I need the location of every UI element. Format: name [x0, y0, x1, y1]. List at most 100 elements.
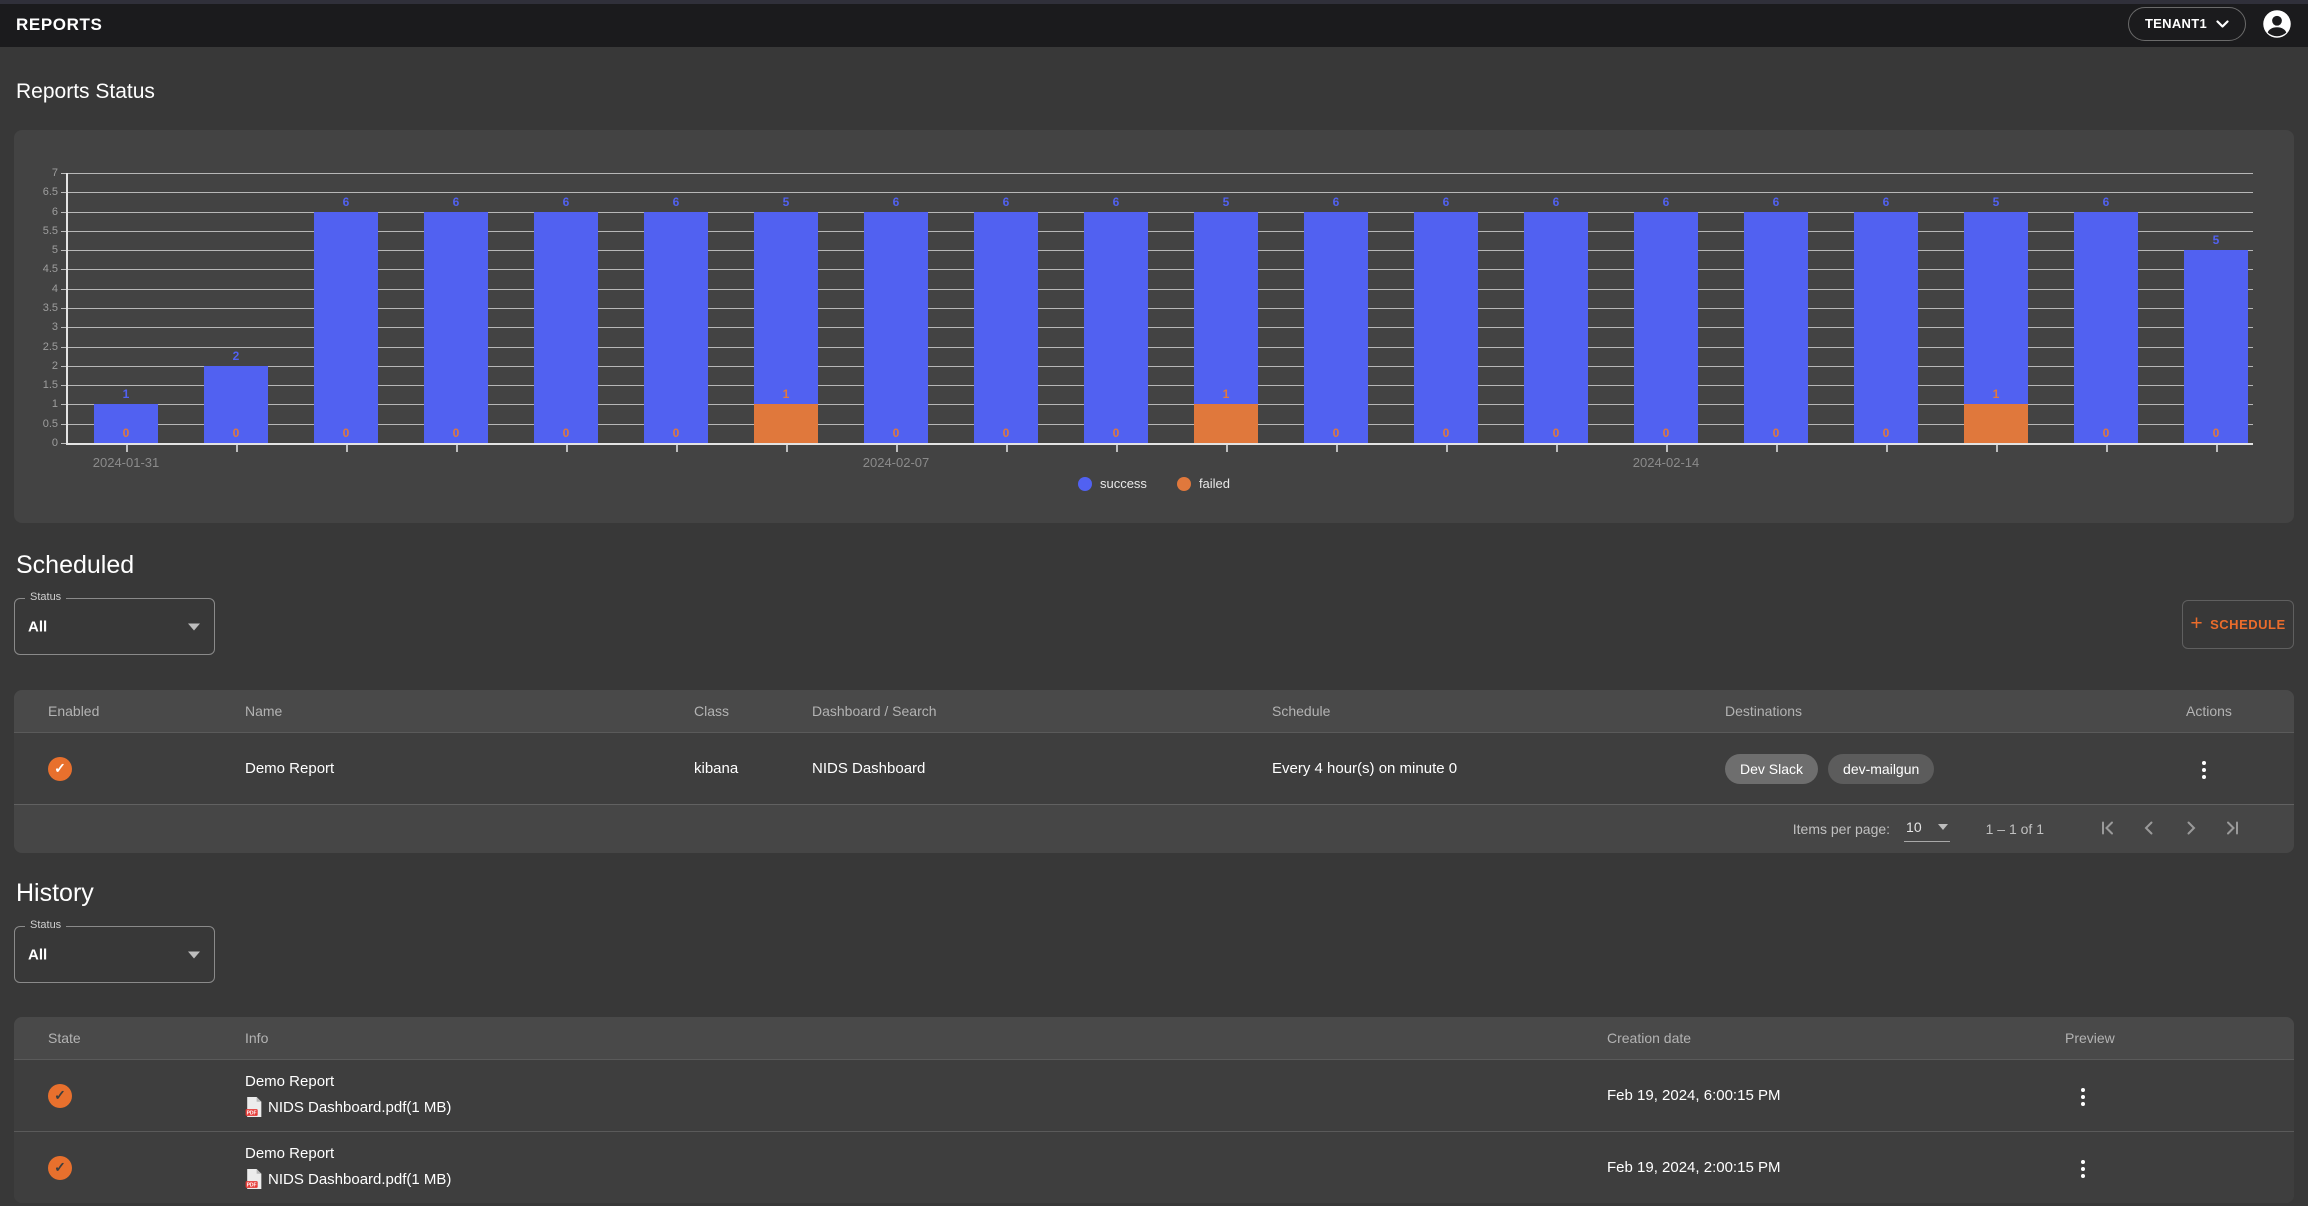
- paginator-range: 1 – 1 of 1: [1986, 821, 2044, 837]
- bar-failed-label: 0: [424, 426, 488, 440]
- bar-success-segment: [1744, 212, 1808, 443]
- bar-success-label: 6: [1524, 195, 1588, 209]
- scheduled-title: Scheduled: [16, 551, 134, 580]
- bar-success-segment: [644, 212, 708, 443]
- avatar-button[interactable]: [2262, 9, 2292, 39]
- x-axis-tick: [1226, 445, 1228, 452]
- x-axis-tick: [126, 445, 128, 452]
- previous-page-button[interactable]: [2135, 814, 2163, 845]
- reports-chart: 00.511.522.533.544.555.566.5710206060606…: [14, 130, 2294, 523]
- items-per-page-select[interactable]: 10: [1904, 817, 1950, 842]
- bar-success-label: 6: [974, 195, 1038, 209]
- y-axis-label: 4.5: [14, 263, 58, 275]
- items-per-page-value: 10: [1906, 819, 1922, 835]
- bar-failed-label: 0: [1744, 426, 1808, 440]
- column-header: State: [48, 1030, 245, 1046]
- column-header: Schedule: [1272, 703, 1725, 719]
- enabled-toggle[interactable]: ✓: [48, 757, 72, 781]
- preview-menu-button[interactable]: [2071, 1154, 2095, 1184]
- gridline: [66, 212, 2253, 213]
- bar-success-label: 6: [644, 195, 708, 209]
- bar-failed-label: 0: [534, 426, 598, 440]
- bar-failed-label: 1: [1964, 387, 2028, 401]
- bar-success-segment: [534, 212, 598, 443]
- items-per-page-label: Items per page:: [1793, 821, 1890, 837]
- paginator: Items per page: 10 1 – 1 of 1: [14, 804, 2294, 853]
- bar-failed-label: 0: [644, 426, 708, 440]
- gridline: [66, 404, 2253, 405]
- legend-item: failed: [1177, 476, 1230, 491]
- last-page-button[interactable]: [2219, 814, 2247, 845]
- chart-bar: [974, 212, 1038, 443]
- bar-failed-label: 0: [864, 426, 928, 440]
- report-file[interactable]: PDFNIDS Dashboard.pdf(1 MB): [245, 1096, 1607, 1118]
- report-file[interactable]: PDFNIDS Dashboard.pdf(1 MB): [245, 1168, 1607, 1190]
- x-axis-tick: [2106, 445, 2108, 452]
- bar-success-segment: [1304, 212, 1368, 443]
- x-axis-tick: [566, 445, 568, 452]
- kebab-menu-icon: [2081, 1088, 2085, 1106]
- plus-icon: +: [2190, 613, 2203, 634]
- scheduled-table-header: EnabledNameClassDashboard / SearchSchedu…: [14, 690, 2294, 732]
- bar-success-label: 6: [1414, 195, 1478, 209]
- x-axis-tick: [1336, 445, 1338, 452]
- x-axis-tick: [1996, 445, 1998, 452]
- bar-failed-label: 0: [314, 426, 378, 440]
- chart-bar: [754, 212, 818, 443]
- y-axis-label: 1: [14, 398, 58, 410]
- bar-success-segment: [1964, 212, 2028, 405]
- chart-bar: [1854, 212, 1918, 443]
- bar-success-label: 5: [1194, 195, 1258, 209]
- bar-success-segment: [1084, 212, 1148, 443]
- dashboard-search: NIDS Dashboard: [812, 760, 1272, 777]
- bar-success-segment: [1194, 212, 1258, 405]
- column-header: Enabled: [48, 703, 245, 719]
- chart-bar: [1414, 212, 1478, 443]
- chart-bar: [864, 212, 928, 443]
- chart-bar: [2074, 212, 2138, 443]
- bar-failed-label: 0: [1084, 426, 1148, 440]
- gridline: [66, 327, 2253, 328]
- topbar: REPORTS TENANT1: [0, 0, 2308, 47]
- gridline: [66, 385, 2253, 386]
- next-page-button[interactable]: [2177, 814, 2205, 845]
- dropdown-arrow-icon: [188, 623, 200, 630]
- chart-bar: [2184, 250, 2248, 443]
- bar-success-label: 6: [1084, 195, 1148, 209]
- history-status-filter[interactable]: Status All: [14, 926, 215, 983]
- scheduled-status-filter[interactable]: Status All: [14, 598, 215, 655]
- bar-failed-segment: [1194, 404, 1258, 443]
- pdf-file-icon: PDF: [245, 1168, 263, 1190]
- schedule-button-label: SCHEDULE: [2210, 617, 2286, 632]
- bar-failed-label: 0: [94, 426, 158, 440]
- column-header: Preview: [2065, 1030, 2270, 1046]
- svg-text:PDF: PDF: [247, 1182, 257, 1188]
- actions-menu-button[interactable]: [2192, 755, 2216, 785]
- destination-chip: Dev Slack: [1725, 754, 1818, 784]
- bar-success-label: 6: [424, 195, 488, 209]
- tenant-selector-button[interactable]: TENANT1: [2128, 7, 2246, 41]
- paginator-nav: [2086, 814, 2254, 845]
- preview-menu-button[interactable]: [2071, 1082, 2095, 1112]
- chart-bar: [1744, 212, 1808, 443]
- x-axis-tick: [1446, 445, 1448, 452]
- x-axis-tick: [1556, 445, 1558, 452]
- bar-success-label: 1: [94, 387, 158, 401]
- account-icon: [2262, 9, 2292, 39]
- y-axis-label: 0: [14, 437, 58, 449]
- x-axis-tick: [1006, 445, 1008, 452]
- gridline: [66, 347, 2253, 348]
- chart-bar: [314, 212, 378, 443]
- top-edge-strip: [0, 0, 2308, 4]
- first-page-button[interactable]: [2093, 814, 2121, 845]
- gridline: [66, 231, 2253, 232]
- bar-failed-segment: [754, 404, 818, 443]
- chart-bar: [1524, 212, 1588, 443]
- schedule-button[interactable]: + SCHEDULE: [2182, 600, 2294, 649]
- next-page-icon: [2181, 818, 2201, 838]
- legend-item: success: [1078, 476, 1147, 491]
- y-axis-label: 2: [14, 360, 58, 372]
- history-table: StateInfoCreation datePreview ✓Demo Repo…: [14, 1017, 2294, 1203]
- report-name: Demo Report: [245, 760, 694, 777]
- kebab-menu-icon: [2202, 761, 2206, 779]
